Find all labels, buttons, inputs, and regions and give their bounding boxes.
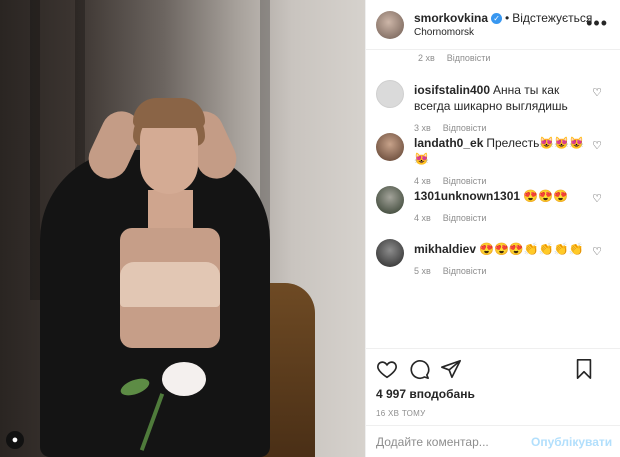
comment-item: 1301unknown1301 😍😍😍 4 хв Відповісти ♡ [366,176,620,229]
like-comment-heart-icon[interactable]: ♡ [592,192,602,205]
comment-meta: 5 хв Відповісти [414,263,589,279]
comment-username[interactable]: mikhaldiev [414,242,476,256]
publish-button[interactable]: Опублікувати [531,435,612,449]
post-timestamp: 16 ХВ ТОМУ [376,409,426,418]
comment-item: mikhaldiev 😍😍😍👏👏👏👏 5 хв Відповісти ♡ [366,229,620,282]
comment-username[interactable]: iosifstalin400 [414,83,490,97]
verified-badge-icon: ✓ [491,12,503,24]
comment-username[interactable]: 1301unknown1301 [414,189,520,203]
following-button[interactable]: Відстежується [512,11,592,25]
avatar[interactable] [376,133,404,161]
comments-list[interactable]: 2 хв Відповісти iosifstalin400 Анна ты как… [366,50,620,348]
avatar[interactable] [376,80,404,108]
comment-text: 😍😍😍👏👏👏👏 [479,242,584,256]
comment-item: iosifstalin400 Анна ты как всегда шикарно… [366,70,620,133]
comment-time: 4 хв [414,213,431,223]
header-line: smorkovkina ✓ • Відстежується [414,11,592,25]
post-sidebar: smorkovkina ✓ • Відстежується Chornomors… [365,0,620,457]
comment-text-line: mikhaldiev 😍😍😍👏👏👏👏 [414,241,589,257]
peony-flower [162,362,206,396]
post-actions: 4 997 вподобань 16 ХВ ТОМУ [366,348,620,418]
comment-meta: 2 хв Відповісти [366,50,620,70]
like-comment-heart-icon[interactable]: ♡ [592,139,602,152]
share-icon[interactable] [440,358,462,380]
action-row [376,353,611,385]
comment-icon[interactable] [408,358,430,380]
location-link[interactable]: Chornomorsk [414,27,592,38]
reply-link[interactable]: Відповісти [443,213,487,223]
comment-text-line: landath0_ek Прелесть😻😻😻😻 [414,135,589,167]
like-comment-heart-icon[interactable]: ♡ [592,86,602,99]
hair [133,98,205,128]
more-horizontal-icon[interactable]: ••• [586,14,608,32]
comment-text-line: iosifstalin400 Анна ты как всегда шикарно… [414,82,589,114]
separator-dot: • [505,11,510,25]
comment-body: landath0_ek Прелесть😻😻😻😻 4 хв Відповісти [414,123,589,186]
reply-link[interactable]: Відповісти [443,266,487,276]
avatar[interactable] [376,239,404,267]
reply-link[interactable]: Відповісти [447,53,491,63]
post-header: smorkovkina ✓ • Відстежується Chornomors… [366,0,620,50]
comment-time: 2 хв [418,53,435,63]
header-text: smorkovkina ✓ • Відстежується Chornomors… [414,11,592,38]
comment-body: 1301unknown1301 😍😍😍 4 хв Відповісти [414,176,589,229]
comment-item: landath0_ek Прелесть😻😻😻😻 4 хв Відповісти ♡ [366,123,620,186]
avatar[interactable] [376,10,404,39]
like-comment-heart-icon[interactable]: ♡ [592,245,602,258]
comment-time: 5 хв [414,266,431,276]
comment-input[interactable] [376,434,531,449]
top [120,262,220,307]
user-tag-icon[interactable]: ● [6,431,24,449]
comment-text: 😍😍😍 [523,189,568,203]
neck [148,190,193,230]
comment-body: iosifstalin400 Анна ты как всегда шикарно… [414,70,589,133]
likes-count[interactable]: 4 997 вподобань [376,387,611,401]
avatar[interactable] [376,186,404,214]
bookmark-icon[interactable] [573,358,595,380]
post-photo[interactable]: ● [0,0,365,457]
heart-icon[interactable] [376,358,398,380]
comment-username[interactable]: landath0_ek [414,136,483,150]
comment-body: mikhaldiev 😍😍😍👏👏👏👏 5 хв Відповісти [414,229,589,282]
comment-meta: 4 хв Відповісти [414,210,589,226]
add-comment-bar: Опублікувати [366,425,620,457]
username[interactable]: smorkovkina [414,11,488,25]
curtain [30,0,40,300]
comment-text-line: 1301unknown1301 😍😍😍 [414,188,589,204]
